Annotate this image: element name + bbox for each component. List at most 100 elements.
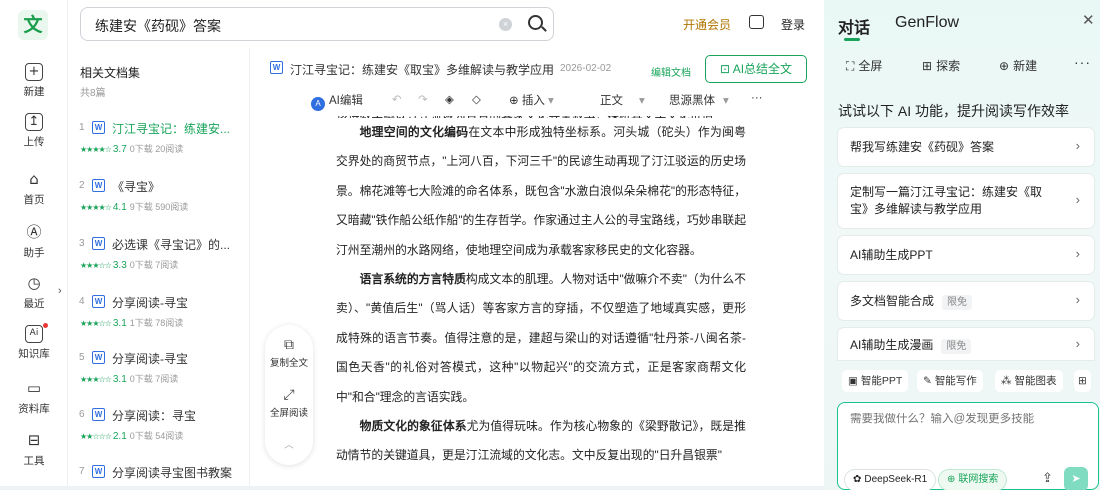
item-title: 分享阅读-寻宝 xyxy=(112,296,188,310)
chevron-right-icon: › xyxy=(1075,336,1080,351)
font-label: 思源黑体 xyxy=(669,95,715,107)
doc-list-item[interactable]: 7 W 分享阅读寻宝图书教案 xyxy=(68,458,250,488)
nav-new[interactable]: + 新建 xyxy=(0,63,68,99)
nav-tools[interactable]: ⊟ 工具 xyxy=(0,432,68,468)
send-icon[interactable]: ➤ xyxy=(1064,467,1088,490)
paragraph-text: 构成文本的肌理。人物对话中"做嘛介不卖"（为什么不卖）、"黄值后生"（骂人话）等… xyxy=(336,272,746,404)
floating-tools: ⧉ 复制全文 ⤢ 全屏阅读 ︿ xyxy=(265,325,313,465)
tab-genflow[interactable]: GenFlow xyxy=(895,14,959,32)
panel-new-label: 新建 xyxy=(1013,59,1038,73)
copy-all-button[interactable]: ⧉ 复制全文 xyxy=(265,337,313,369)
chevron-down-icon: ▾ xyxy=(723,95,729,107)
ai-summary-label: AI总结全文 xyxy=(732,62,793,76)
nav-upload-label: 上传 xyxy=(23,136,45,148)
paragraph-lead: 语言系统的方言特质 xyxy=(359,272,466,287)
suggestion-card[interactable]: 多文档智能合成 限免 › xyxy=(838,282,1094,320)
close-icon[interactable]: ✕ xyxy=(1082,11,1095,29)
search-box[interactable]: 练建安《药砚》答案 × xyxy=(80,7,554,41)
tab-chat[interactable]: 对话 xyxy=(838,14,870,38)
search-input[interactable]: 练建安《药砚》答案 xyxy=(95,16,221,36)
word-doc-icon: W xyxy=(92,179,105,192)
paragraph-style-label: 正文 xyxy=(600,95,623,107)
doc-list-item[interactable]: 2 W 《寻宝》 ★★★★☆ 4.1 9下载 590阅读 xyxy=(68,172,250,228)
chevron-right-icon[interactable]: › xyxy=(58,285,62,297)
panel-fullscreen-button[interactable]: ⛶ 全屏 xyxy=(846,57,882,74)
nav-library[interactable]: ▭ 资料库 xyxy=(0,380,68,416)
chip-smart-writing[interactable]: ✎ 智能写作 xyxy=(917,370,983,392)
login-button[interactable]: 登录 xyxy=(781,16,805,33)
ai-summary-button[interactable]: ⊡ AI总结全文 xyxy=(705,55,807,83)
suggestion-card[interactable]: 帮我写练建安《药砚》答案 › xyxy=(838,128,1094,166)
related-docs-count: 共8篇 xyxy=(80,88,106,99)
insert-menu[interactable]: ⊕ 插入 ▾ xyxy=(509,92,554,108)
app-root: 文 + 新建 ↥ 上传 ⌂ 首页 Ⓐ 助手 ◷ 最近 › Ai 知识库 ▭ 资料… xyxy=(0,0,1100,490)
chevron-right-icon: › xyxy=(1075,138,1080,153)
eraser-icon[interactable]: ◇ xyxy=(472,92,481,106)
nav-assistant[interactable]: Ⓐ 助手 xyxy=(0,224,68,260)
panel-new-button[interactable]: ⊕ 新建 xyxy=(999,57,1037,74)
nav-home[interactable]: ⌂ 首页 xyxy=(0,171,68,207)
upload-icon: ↥ xyxy=(25,113,43,131)
item-title: 汀江寻宝记：练建安... xyxy=(112,122,231,136)
fullscreen-read-button[interactable]: ⤢ 全屏阅读 xyxy=(265,387,313,419)
related-docs-panel: 相关文档集 共8篇 1 W 汀江寻宝记：练建安... ★★★★☆ 3.7 0下载 2… xyxy=(68,48,250,490)
suggestion-card[interactable]: 定制写一篇汀江寻宝记：练建安《取宝》多维解读与教学应用 › xyxy=(838,174,1094,228)
chevron-right-icon: › xyxy=(1075,246,1080,261)
rating-stars: ★★★☆☆ xyxy=(80,375,112,384)
ai-edit-button[interactable]: A AI编辑 xyxy=(311,92,363,111)
rating-stars: ★★☆☆☆ xyxy=(80,432,112,441)
scroll-top-icon[interactable]: ︿ xyxy=(265,437,313,451)
chevron-down-icon: ▾ xyxy=(639,95,645,107)
toolbox-icon: ⊟ xyxy=(27,431,41,449)
edit-document-link[interactable]: 编辑文档 xyxy=(651,64,691,79)
chip-smart-ppt[interactable]: ▣ 智能PPT xyxy=(842,370,909,392)
suggestion-card[interactable]: AI辅助生成PPT › xyxy=(838,236,1094,274)
vip-button[interactable]: 开通会员 xyxy=(683,16,731,33)
chips-more-icon[interactable]: ⊞ xyxy=(1074,370,1091,392)
globe-icon: ⊕ xyxy=(947,474,956,485)
format-brush-icon[interactable]: ◈ xyxy=(445,92,454,106)
doc-list-item[interactable]: 6 W 分享阅读：寻宝 ★★☆☆☆ 2.1 0下载 54阅读 xyxy=(68,401,250,457)
paragraph: 语言系统的方言特质构成文本的肌理。人物对话中"做嘛介不卖"（为什么不卖）、"黄值… xyxy=(336,265,746,412)
paragraph-style-select[interactable]: 正文 ▾ xyxy=(600,92,645,108)
suggestion-card[interactable]: AI辅助生成漫画 限免 › xyxy=(838,328,1094,360)
item-score: 3.7 xyxy=(112,144,127,155)
font-select[interactable]: 思源黑体 ▾ xyxy=(669,92,729,108)
doc-list-item[interactable]: 3 W 必选课《寻宝记》的... ★★★☆☆ 3.3 0下载 7阅读 xyxy=(68,230,250,286)
chat-input-box: ✿DeepSeek-R1 ⊕联网搜索 ⇪ ➤ xyxy=(837,402,1099,490)
message-icon[interactable] xyxy=(749,15,764,29)
nav-upload[interactable]: ↥ 上传 xyxy=(0,113,68,149)
related-docs-title: 相关文档集 xyxy=(80,66,141,80)
nav-knowledge[interactable]: Ai 知识库 xyxy=(0,323,68,361)
chevron-down-icon: ▾ xyxy=(544,95,554,107)
clear-icon[interactable]: × xyxy=(499,18,512,31)
doc-list-item[interactable]: 4 W 分享阅读-寻宝 ★★★☆☆ 3.1 1下载 78阅读 xyxy=(68,288,250,344)
plus-square-icon: + xyxy=(25,63,43,81)
nav-tools-label: 工具 xyxy=(23,455,45,467)
panel-explore-button[interactable]: ⊞ 探索 xyxy=(922,57,960,74)
doc-list-item[interactable]: 5 W 分享阅读-寻宝 ★★★☆☆ 3.1 0下载 7阅读 xyxy=(68,344,250,400)
doc-list-item[interactable]: 1 W 汀江寻宝记：练建安... ★★★★☆ 3.7 0下载 20阅读 xyxy=(68,114,250,170)
item-title: 必选课《寻宝记》的... xyxy=(112,238,231,252)
expand-icon: ⤢ xyxy=(283,387,295,403)
upload-file-icon[interactable]: ⇪ xyxy=(1042,471,1053,486)
toolbar-more-icon[interactable]: ··· xyxy=(751,92,763,104)
web-search-toggle[interactable]: ⊕ 联网搜索 xyxy=(938,469,1008,490)
search-icon[interactable] xyxy=(528,15,543,30)
item-title: 分享阅读-寻宝 xyxy=(112,352,188,366)
ppt-icon: ▣ xyxy=(848,375,858,387)
model-select[interactable]: ✿ DeepSeek-R1 xyxy=(844,469,937,490)
plus-circle-icon: ⊕ xyxy=(509,95,522,107)
panel-more-icon[interactable]: ··· xyxy=(1074,54,1091,70)
word-doc-icon: W xyxy=(270,61,283,74)
item-score: 2.1 xyxy=(112,431,127,442)
redo-icon[interactable]: ↷ xyxy=(418,92,428,106)
chip-smart-chart[interactable]: ⁂ 智能图表 xyxy=(995,370,1063,392)
ai-edit-label: AI编辑 xyxy=(329,95,363,107)
expand-icon: ⛶ xyxy=(846,59,855,73)
chat-input[interactable] xyxy=(850,413,1090,425)
app-logo[interactable]: 文 xyxy=(18,10,48,40)
nav-knowledge-label: 知识库 xyxy=(18,348,50,360)
item-meta: ★★★☆☆ 3.1 0下载 7阅读 xyxy=(80,372,178,385)
undo-icon[interactable]: ↶ xyxy=(392,92,402,106)
